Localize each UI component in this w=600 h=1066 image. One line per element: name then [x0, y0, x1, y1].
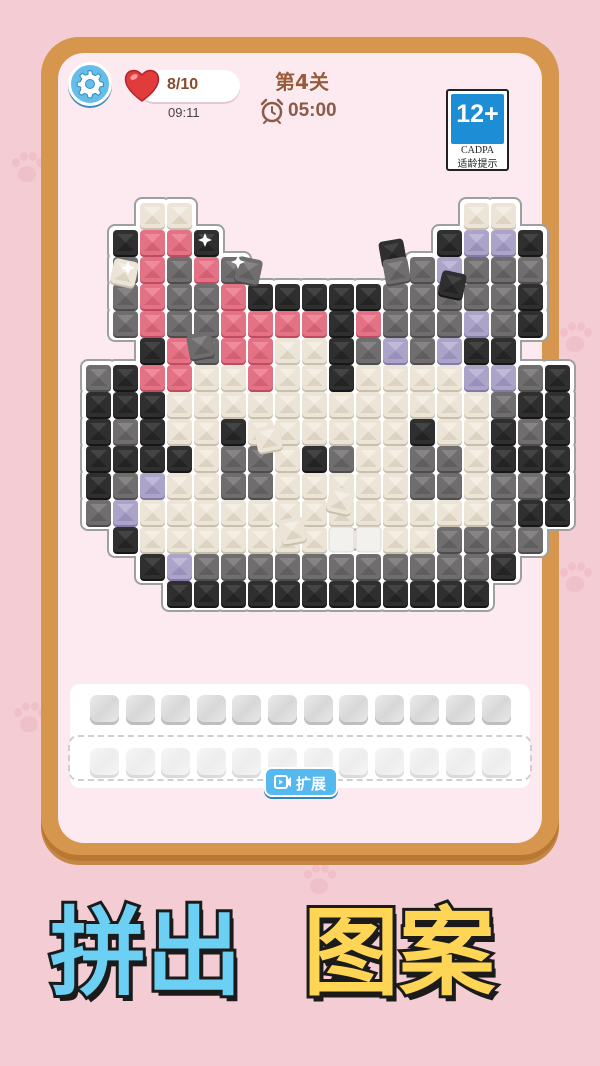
age-rating-badge: 12+ CADPA 适龄提示 [446, 89, 509, 171]
video-icon [274, 775, 291, 789]
age-rating-tip: 适龄提示 [457, 159, 498, 170]
locked-tray-slot[interactable] [161, 748, 191, 778]
alarm-clock-icon [260, 98, 284, 124]
locked-tray-slot[interactable] [125, 748, 155, 778]
locked-tray-slot[interactable] [90, 748, 119, 778]
locked-tray-slot[interactable] [410, 748, 440, 778]
locked-tray-slot[interactable] [232, 748, 262, 778]
tray-slot[interactable] [268, 695, 297, 725]
tray-slot[interactable] [125, 695, 155, 725]
level-title: 第4关 [275, 70, 329, 94]
locked-tray-slot[interactable] [446, 748, 475, 778]
slogan-part1: 拼出 [47, 895, 245, 1011]
tray-slot[interactable] [339, 695, 369, 725]
tray-slot[interactable] [161, 695, 191, 725]
gear-icon [76, 70, 104, 99]
tray-slot[interactable] [374, 695, 404, 725]
expand-tray-button[interactable]: 扩展 [264, 767, 338, 797]
paw-print-decoration [300, 862, 338, 900]
life-regen-timer: 09:11 [168, 105, 200, 120]
tray-slot[interactable] [232, 695, 262, 725]
locked-tray-slot[interactable] [481, 748, 511, 778]
tray-slot[interactable] [446, 695, 475, 725]
tray-slot[interactable] [481, 695, 511, 725]
locked-tray-slot[interactable] [196, 748, 226, 778]
lives-count: 8/10 [167, 76, 199, 93]
slogan-part2: 图案 [300, 895, 498, 1011]
locked-tray-slot[interactable] [374, 748, 404, 778]
tray-slot[interactable] [90, 695, 119, 725]
age-rating-number: 12+ [456, 100, 499, 128]
tray-slot[interactable] [196, 695, 226, 725]
level-timer: 05:00 [288, 100, 337, 121]
heart-icon [124, 69, 160, 102]
paw-print-decoration [556, 560, 594, 598]
age-rating-box: 12+ [451, 94, 504, 144]
settings-button[interactable] [68, 62, 112, 106]
paw-print-decoration [556, 320, 594, 358]
tray-slot[interactable] [303, 695, 333, 725]
expand-tray-label: 扩展 [296, 775, 327, 793]
locked-tray-slot[interactable] [339, 748, 369, 778]
tray-slot[interactable] [410, 695, 440, 725]
